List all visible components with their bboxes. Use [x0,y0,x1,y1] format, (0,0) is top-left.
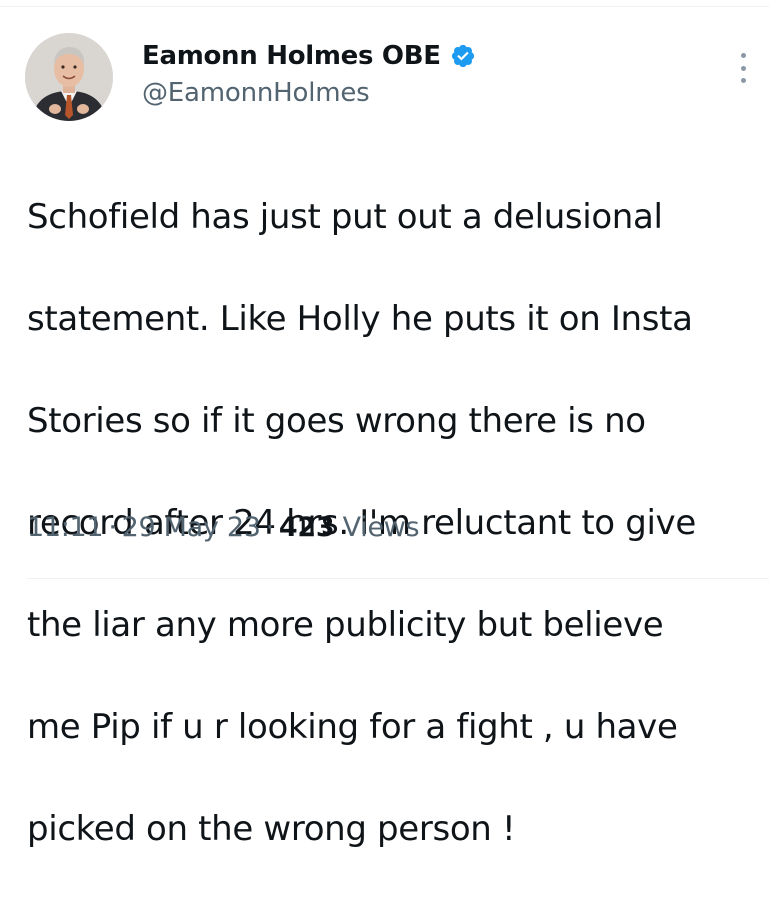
meta-separator: · [265,512,275,543]
more-vertical-icon[interactable] [728,50,758,86]
bottom-divider [27,578,769,579]
tweet-text-line: Stories so if it goes wrong there is no [27,401,646,441]
author-display-name[interactable]: Eamonn Holmes OBE [142,41,441,71]
avatar[interactable] [25,33,113,121]
profile-photo-icon [25,33,113,121]
tweet: Eamonn Holmes OBE @EamonnHolmes Schofiel… [0,0,769,849]
more-dot [740,65,746,71]
tweet-meta: 11:11 · 29 May 23 · 423 Views [27,512,420,543]
more-dot [740,78,746,83]
meta-separator: · [108,512,117,543]
author-handle[interactable]: @EamonnHolmes [142,78,370,108]
tweet-text-line: picked on the wrong person ! [27,809,516,849]
tweet-text-line: me Pip if u r looking for a fight , u ha… [27,707,678,747]
views-count: 423 [278,512,335,543]
tweet-time[interactable]: 11:11 [27,512,104,543]
author-name-row[interactable]: Eamonn Holmes OBE [142,39,476,73]
views-label: Views [342,512,420,543]
verified-badge-icon [450,43,476,69]
tweet-text-line: the liar any more publicity but believe [27,605,664,645]
more-dot [740,53,746,58]
tweet-date[interactable]: 29 May 23 [122,512,261,543]
tweet-text-line: statement. Like Holly he puts it on Inst… [27,299,693,339]
tweet-text-line: Schofield has just put out a delusional [27,197,663,237]
